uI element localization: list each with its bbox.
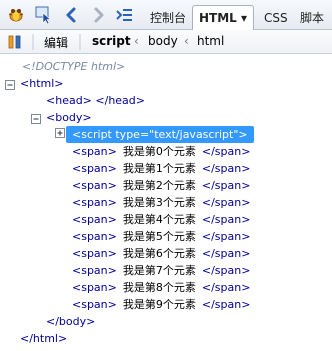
span-close-tag: </span>	[201, 145, 251, 158]
span-open-tag: <span>	[72, 196, 117, 209]
breadcrumb-html[interactable]: html	[197, 34, 224, 48]
span-node[interactable]: <span> 我是第0个元素 </span>	[72, 143, 250, 160]
html-node[interactable]: <html>	[20, 75, 64, 92]
span-open-tag: <span>	[72, 247, 117, 260]
span-open-tag: <span>	[72, 281, 117, 294]
breadcrumb-separator: ‹	[134, 34, 139, 48]
expand-toggle-icon[interactable]	[55, 128, 65, 138]
span-text: 我是第5个元素	[122, 230, 196, 243]
span-node[interactable]: <span> 我是第7个元素 </span>	[72, 262, 250, 279]
breadcrumb-body[interactable]: body	[148, 34, 178, 48]
tab-html-label: HTML	[199, 11, 237, 25]
span-node[interactable]: <span> 我是第8个元素 </span>	[72, 279, 250, 296]
collapse-toggle-icon[interactable]	[31, 114, 41, 124]
collapse-toggle-icon[interactable]	[5, 80, 15, 90]
span-text: 我是第4个元素	[122, 213, 196, 226]
toolbar-separator	[28, 32, 38, 52]
toolbar-separator	[75, 32, 85, 52]
expand-lines-icon[interactable]	[114, 5, 134, 25]
html-panel-toolbar: 编辑 script ‹ body ‹ html	[0, 30, 332, 54]
span-close-tag: </span>	[201, 230, 251, 243]
span-close-tag: </span>	[201, 298, 251, 311]
span-close-tag: </span>	[201, 247, 251, 260]
firebug-icon[interactable]	[6, 5, 26, 25]
body-node[interactable]: <body>	[46, 109, 92, 126]
body-close-node[interactable]: </body>	[46, 313, 95, 330]
back-arrow-icon[interactable]	[62, 5, 82, 25]
span-close-tag: </span>	[201, 264, 251, 277]
span-open-tag: <span>	[72, 145, 117, 158]
span-open-tag: <span>	[72, 179, 117, 192]
breadcrumb-separator: ‹	[184, 34, 189, 48]
span-close-tag: </span>	[201, 179, 251, 192]
span-node[interactable]: <span> 我是第6个元素 </span>	[72, 245, 250, 262]
span-text: 我是第8个元素	[122, 281, 196, 294]
span-node[interactable]: <span> 我是第4个元素 </span>	[72, 211, 250, 228]
span-node[interactable]: <span> 我是第5个元素 </span>	[72, 228, 250, 245]
breadcrumb-script[interactable]: script	[92, 34, 131, 48]
tab-console[interactable]: 控制台	[146, 6, 190, 30]
span-text: 我是第0个元素	[122, 145, 196, 158]
span-close-tag: </span>	[201, 196, 251, 209]
doctype-node[interactable]: <!DOCTYPE html>	[22, 58, 125, 75]
span-text: 我是第2个元素	[122, 179, 196, 192]
span-node[interactable]: <span> 我是第9个元素 </span>	[72, 296, 250, 313]
edit-button[interactable]: 编辑	[44, 34, 68, 51]
span-text: 我是第9个元素	[122, 298, 196, 311]
span-close-tag: </span>	[201, 162, 251, 175]
span-text: 我是第7个元素	[122, 264, 196, 277]
html-close-node[interactable]: </html>	[20, 330, 67, 347]
forward-arrow-icon[interactable]	[88, 5, 108, 25]
break-on-mutate-icon[interactable]	[5, 32, 25, 52]
span-open-tag: <span>	[72, 230, 117, 243]
span-node[interactable]: <span> 我是第2个元素 </span>	[72, 177, 250, 194]
span-open-tag: <span>	[72, 213, 117, 226]
span-open-tag: <span>	[72, 264, 117, 277]
span-text: 我是第3个元素	[122, 196, 196, 209]
span-close-tag: </span>	[201, 213, 251, 226]
tab-html[interactable]: HTML ▾	[192, 5, 255, 32]
span-open-tag: <span>	[72, 298, 117, 311]
span-node[interactable]: <span> 我是第1个元素 </span>	[72, 160, 250, 177]
span-open-tag: <span>	[72, 162, 117, 175]
tab-script[interactable]: 脚本	[296, 6, 328, 30]
script-tag: <script type="text/javascript">	[72, 128, 248, 141]
span-text: 我是第6个元素	[122, 247, 196, 260]
dropdown-arrow-icon[interactable]: ▾	[241, 11, 247, 25]
dom-tree: <!DOCTYPE html> <html> <head> </head> <b…	[0, 56, 332, 351]
span-close-tag: </span>	[201, 281, 251, 294]
inspect-element-icon[interactable]	[34, 5, 54, 25]
script-node-selected[interactable]: <script type="text/javascript">	[66, 126, 254, 143]
firebug-toolbar: 控制台 HTML ▾ CSS 脚本	[0, 0, 332, 32]
span-text: 我是第1个元素	[122, 162, 196, 175]
span-node[interactable]: <span> 我是第3个元素 </span>	[72, 194, 250, 211]
head-node[interactable]: <head> </head>	[46, 92, 145, 109]
tab-css[interactable]: CSS	[260, 6, 292, 30]
